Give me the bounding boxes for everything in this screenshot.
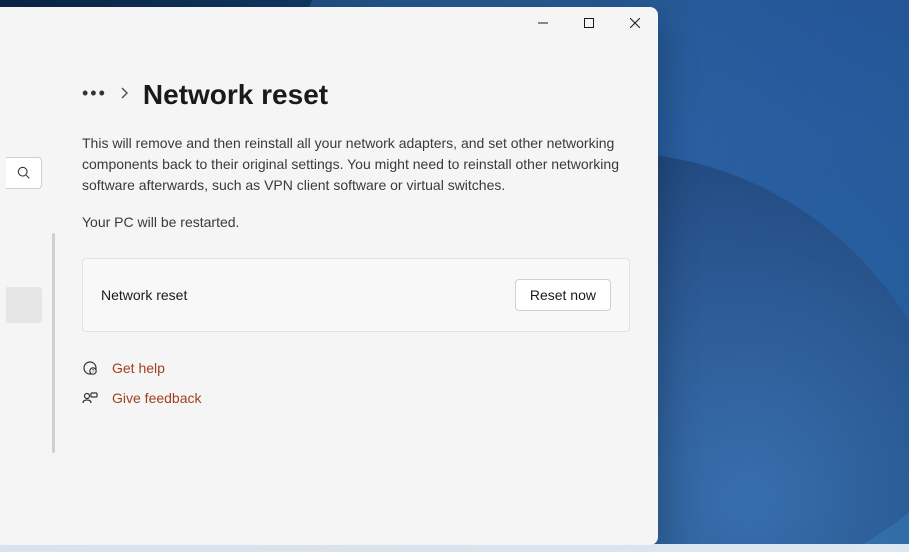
maximize-button[interactable] <box>566 7 612 39</box>
restart-warning-text: Your PC will be restarted. <box>82 214 630 230</box>
search-icon <box>17 166 31 180</box>
close-button[interactable] <box>612 7 658 39</box>
sidebar <box>0 53 42 545</box>
sidebar-item-active[interactable] <box>6 287 42 323</box>
titlebar <box>0 7 658 53</box>
card-label: Network reset <box>101 287 187 303</box>
svg-text:?: ? <box>92 369 95 375</box>
description-text: This will remove and then reinstall all … <box>82 133 627 196</box>
search-input[interactable] <box>6 157 42 189</box>
chevron-right-icon <box>121 86 129 104</box>
get-help-link[interactable]: ? Get help <box>82 360 630 376</box>
get-help-label: Get help <box>112 360 165 376</box>
taskbar[interactable] <box>0 544 909 552</box>
breadcrumb: ••• Network reset <box>82 79 630 111</box>
breadcrumb-overflow-icon[interactable]: ••• <box>82 83 107 108</box>
help-icon: ? <box>82 360 98 376</box>
reset-now-button[interactable]: Reset now <box>515 279 611 311</box>
sidebar-scroll-indicator <box>52 233 55 453</box>
network-reset-card: Network reset Reset now <box>82 258 630 332</box>
content-area: ••• Network reset This will remove and t… <box>42 53 658 545</box>
settings-window: ••• Network reset This will remove and t… <box>0 7 658 545</box>
feedback-icon <box>82 390 98 406</box>
give-feedback-label: Give feedback <box>112 390 202 406</box>
minimize-button[interactable] <box>520 7 566 39</box>
page-title: Network reset <box>143 79 328 111</box>
give-feedback-link[interactable]: Give feedback <box>82 390 630 406</box>
